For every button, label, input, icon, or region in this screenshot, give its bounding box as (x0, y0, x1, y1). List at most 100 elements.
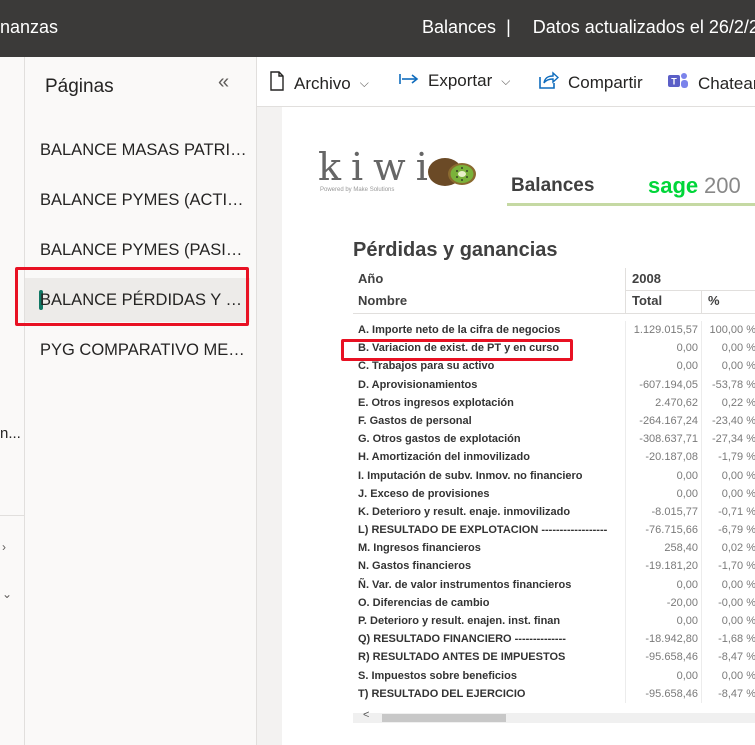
row-pct: 0,22 % (721, 396, 755, 409)
row-name: R) RESULTADO ANTES DE IMPUESTOS (358, 651, 566, 664)
top-bar: nanzas Balances | Datos actualizados el 26… (0, 0, 755, 57)
row-name: M. Ingresos financieros (358, 542, 481, 555)
row-name: O. Diferencias de cambio (358, 596, 490, 609)
table-row[interactable]: P. Deterioro y result. enajen. inst. fin… (353, 612, 755, 631)
row-pct: -8,47 % (718, 651, 755, 664)
table-row[interactable]: M. Ingresos financieros 258,40 0,02 % (353, 539, 755, 558)
row-total: -607.194,05 (639, 378, 698, 391)
logo-tagline: Powered by Make Solutions (320, 187, 395, 193)
table-header: Año Nombre 2008 Total % (353, 268, 755, 314)
row-total: 0,00 (676, 578, 698, 591)
row-name: L) RESULTADO DE EXPLOTACION ------------… (358, 524, 608, 537)
export-label: Exportar (428, 71, 493, 90)
horizontal-scrollbar[interactable]: < (353, 709, 755, 723)
table-row[interactable]: C. Trabajos para su activo 0,00 0,00 % (353, 357, 755, 376)
data-updated-text: Datos actualizados el 26/2/23 (532, 17, 755, 37)
table-row[interactable]: D. Aprovisionamientos -607.194,05 -53,78 % (353, 375, 755, 394)
nav-divider (0, 515, 25, 516)
share-icon (539, 71, 560, 94)
page-item-pyg-comparativo[interactable]: PYG COMPARATIVO MENSUAL (40, 328, 249, 372)
kiwi-fruit-icon (427, 154, 479, 193)
export-icon (399, 71, 419, 91)
title-separator: | (506, 17, 511, 37)
table-row[interactable]: I. Imputación de subv. Inmov. no financi… (353, 466, 755, 485)
row-name: D. Aprovisionamientos (358, 378, 478, 391)
report-toolbar: Archivo ⌵ Exportar ⌵ Compartir T Chatear (257, 57, 755, 107)
file-menu[interactable]: Archivo ⌵ (269, 71, 369, 96)
share-button[interactable]: Compartir (539, 71, 643, 94)
table-row[interactable]: K. Deterioro y result. enaje. inmoviliza… (353, 502, 755, 522)
scroll-left-icon[interactable]: < (363, 709, 369, 721)
table-row[interactable]: O. Diferencias de cambio -20,00 -0,00 % (353, 593, 755, 612)
nav-truncated-label[interactable]: n... (0, 425, 21, 442)
row-pct: 0,00 % (721, 487, 755, 500)
row-name: A. Importe neto de la cifra de negocios (358, 324, 561, 336)
column-divider (701, 290, 702, 314)
chat-label: Chatear (698, 73, 755, 93)
row-total: 0,00 (676, 669, 698, 682)
page-item-perdidas-ganancias[interactable]: BALANCE PÉRDIDAS Y GANANCIAS (25, 278, 250, 322)
row-name: P. Deterioro y result. enajen. inst. fin… (358, 615, 561, 627)
row-name: B. Variacion de exist. de PT y en curso (358, 342, 560, 355)
header-year-label: Año (358, 271, 384, 286)
page-item-balance-masas[interactable]: BALANCE MASAS PATRIMONIALES (40, 128, 249, 172)
header-divider (625, 290, 755, 291)
page-item-pymes-pasivo[interactable]: BALANCE PYMES (PASIVO) (40, 228, 249, 272)
table-row[interactable]: Ñ. Var. de valor instrumentos financiero… (353, 575, 755, 594)
header-name-label[interactable]: Nombre (358, 293, 407, 308)
report-canvas: kiwi Powered by Make Solutions Balances … (257, 107, 755, 745)
chevron-down-icon[interactable]: ⌄ (2, 587, 12, 601)
header-underline (507, 203, 755, 206)
header-year-value[interactable]: 2008 (632, 271, 661, 286)
row-pct: 0,02 % (721, 542, 755, 555)
collapse-pane-icon[interactable]: « (218, 71, 229, 94)
table-row[interactable]: L) RESULTADO DE EXPLOTACION ------------… (353, 521, 755, 540)
table-row[interactable]: Q) RESULTADO FINANCIERO -------------- -1… (353, 630, 755, 649)
page-item-pymes-activo[interactable]: BALANCE PYMES (ACTIVO) (40, 178, 249, 222)
report-page: kiwi Powered by Make Solutions Balances … (282, 107, 755, 745)
table-row[interactable]: S. Impuestos sobre beneficios 0,00 0,00 % (353, 666, 755, 685)
pyg-matrix-table[interactable]: Año Nombre 2008 Total % A. Importe neto … (353, 268, 755, 703)
file-icon (269, 71, 285, 96)
report-name: Balances (422, 17, 497, 37)
table-row[interactable]: A. Importe neto de la cifra de negocios 1… (353, 321, 755, 340)
column-divider (625, 268, 626, 314)
table-row[interactable]: E. Otros ingresos explotación 2.470,62 0,2… (353, 393, 755, 412)
header-pct[interactable]: % (708, 293, 720, 308)
chevron-right-icon[interactable]: › (2, 540, 6, 554)
row-pct: -1,68 % (718, 633, 755, 646)
row-total: -20,00 (666, 596, 698, 609)
row-name: E. Otros ingresos explotación (358, 396, 514, 409)
table-row[interactable]: H. Amortización del inmovilizado -20.187,… (353, 448, 755, 467)
table-row[interactable]: R) RESULTADO ANTES DE IMPUESTOS -95.658,4… (353, 648, 755, 667)
row-name: C. Trabajos para su activo (358, 360, 495, 373)
pages-pane: Páginas « BALANCE MASAS PATRIMONIALES BA… (25, 57, 257, 745)
row-pct: -1,70 % (718, 560, 755, 573)
page-item-label: PYG COMPARATIVO MENSUAL (40, 341, 249, 359)
row-name: S. Impuestos sobre beneficios (358, 669, 517, 682)
table-row[interactable]: B. Variacion de exist. de PT y en curso 0… (353, 339, 755, 358)
row-pct: 0,00 % (721, 615, 755, 627)
row-name: I. Imputación de subv. Inmov. no financi… (358, 469, 583, 482)
file-label: Archivo (294, 73, 351, 93)
scrollbar-thumb[interactable] (382, 714, 506, 722)
export-menu[interactable]: Exportar ⌵ (399, 71, 510, 91)
row-total: 0,00 (676, 360, 698, 373)
table-row[interactable]: T) RESULTADO DEL EJERCICIO -95.658,46 -8,4… (353, 684, 755, 703)
row-total: -308.637,71 (639, 433, 698, 446)
table-row[interactable]: N. Gastos financieros -19.181,20 -1,70 % (353, 557, 755, 576)
header-total[interactable]: Total (632, 293, 662, 308)
row-total: -19.181,20 (645, 560, 698, 573)
chat-teams-button[interactable]: T Chatear (667, 71, 755, 96)
row-total: 2.470,62 (655, 396, 698, 409)
row-pct: 100,00 % (709, 324, 755, 336)
table-row[interactable]: F. Gastos de personal -264.167,24 -23,40 % (353, 411, 755, 431)
row-total: -18.942,80 (645, 633, 698, 646)
row-pct: -0,00 % (718, 596, 755, 609)
app-title: nanzas (0, 17, 59, 37)
row-total: 0,00 (676, 615, 698, 627)
table-row[interactable]: J. Exceso de provisiones 0,00 0,00 % (353, 484, 755, 503)
row-pct: -6,79 % (718, 524, 755, 537)
nav-strip: n... › ⌄ (0, 57, 25, 745)
table-row[interactable]: G. Otros gastos de explotación -308.637,7… (353, 430, 755, 449)
